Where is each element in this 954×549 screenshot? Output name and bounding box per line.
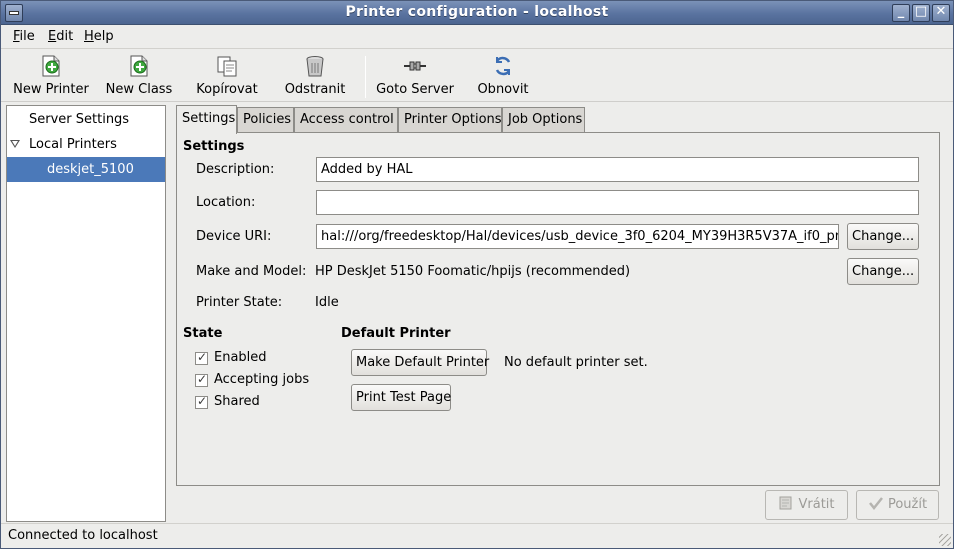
tree-item-deskjet-5100[interactable]: deskjet_5100 [7, 157, 165, 182]
printer-state-label: Printer State: [196, 295, 283, 310]
change-make-model-button[interactable]: Change... [847, 258, 919, 285]
apply-button[interactable]: Použít [856, 490, 939, 520]
new-class-button[interactable]: New Class [101, 54, 177, 100]
checkmark-icon: ✓ [197, 372, 208, 386]
connect-icon [404, 61, 426, 71]
printer-config-window: Printer configuration - localhost _ □ ✕ … [0, 0, 954, 549]
accepting-jobs-check[interactable]: ✓ [195, 372, 208, 387]
checkmark-icon: ✓ [197, 394, 208, 408]
menu-file[interactable]: File [13, 29, 35, 44]
tab-policies[interactable]: Policies [237, 107, 294, 133]
location-field[interactable] [316, 190, 919, 215]
refresh-button[interactable]: Obnovit [471, 54, 535, 100]
printer-state-value: Idle [315, 295, 339, 310]
close-button[interactable]: ✕ [932, 4, 950, 22]
minimize-button[interactable]: _ [892, 4, 910, 22]
settings-section-title: Settings [183, 139, 245, 154]
printer-tree[interactable]: Server Settings Local Printers deskjet_5… [6, 105, 166, 522]
change-device-uri-button[interactable]: Change... [847, 223, 919, 250]
status-bar: Connected to localhost [1, 523, 953, 548]
tab-printer-options[interactable]: Printer Options [398, 107, 502, 133]
enabled-check[interactable]: ✓ [195, 350, 208, 365]
revert-button[interactable]: Vrátit [765, 490, 848, 520]
tree-item-server-settings[interactable]: Server Settings [7, 107, 165, 132]
close-icon: ✕ [935, 4, 947, 19]
make-default-printer-button[interactable]: Make Default Printer [351, 349, 489, 376]
make-model-value: HP DeskJet 5150 Foomatic/hpijs (recommen… [315, 264, 631, 279]
title-bar[interactable]: Printer configuration - localhost _ □ ✕ [1, 1, 953, 25]
tree-item-local-printers[interactable]: Local Printers [7, 132, 165, 157]
copy-button[interactable]: Kopírovat [191, 54, 263, 100]
goto-server-button[interactable]: Goto Server [373, 54, 457, 100]
minimize-icon: _ [897, 4, 905, 19]
refresh-icon [495, 56, 511, 76]
default-printer-section-title: Default Printer [341, 326, 451, 341]
location-label: Location: [196, 195, 256, 210]
resize-grip-icon[interactable] [939, 534, 951, 546]
print-test-page-button[interactable]: Print Test Page [351, 384, 451, 411]
shared-check[interactable]: ✓ [195, 394, 208, 409]
default-printer-status: No default printer set. [504, 355, 648, 370]
description-label: Description: [196, 162, 275, 177]
trash-icon [306, 56, 324, 77]
make-model-label: Make and Model: [196, 264, 307, 279]
window-title: Printer configuration - localhost [345, 4, 609, 20]
revert-icon [779, 496, 792, 510]
menu-bar: File Edit Help [1, 25, 953, 49]
state-section-title: State [183, 326, 223, 341]
checkmark-icon: ✓ [197, 350, 208, 364]
new-printer-icon [42, 55, 60, 77]
tab-job-options[interactable]: Job Options [502, 107, 585, 133]
checkmark-icon [868, 497, 883, 511]
copy-icon [217, 56, 237, 77]
expander-down-icon[interactable] [10, 140, 20, 148]
device-uri-label: Device URI: [196, 229, 272, 244]
device-uri-field[interactable]: hal:///org/freedesktop/Hal/devices/usb_d… [316, 224, 839, 249]
description-field[interactable]: Added by HAL [316, 157, 919, 182]
tab-access-control[interactable]: Access control [294, 107, 398, 133]
settings-panel: Settings Description: Added by HAL Locat… [176, 132, 940, 486]
tab-settings[interactable]: Settings [176, 105, 237, 134]
maximize-icon: □ [914, 4, 928, 19]
menu-edit[interactable]: Edit [48, 29, 73, 44]
new-printer-button[interactable]: New Printer [11, 54, 91, 100]
delete-button[interactable]: Odstranit [281, 54, 349, 100]
status-text: Connected to localhost [8, 528, 158, 543]
new-class-icon [130, 55, 148, 77]
toolbar-separator [365, 56, 366, 98]
toolbar: New Printer New Class Kopírovat Odstrani… [1, 50, 953, 102]
maximize-button[interactable]: □ [912, 4, 930, 22]
menu-help[interactable]: Help [84, 29, 114, 44]
